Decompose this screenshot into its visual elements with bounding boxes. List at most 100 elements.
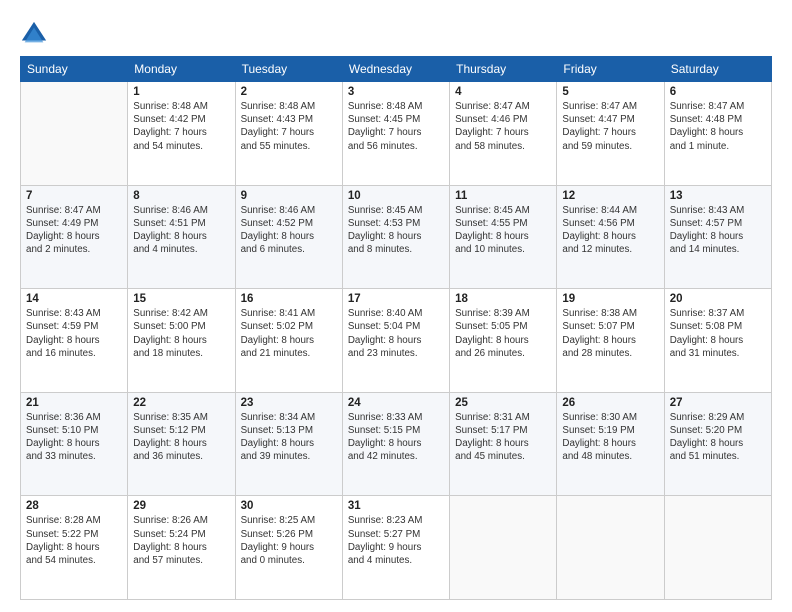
day-info: Sunrise: 8:43 AM Sunset: 4:57 PM Dayligh… [670, 204, 766, 257]
day-number: 23 [241, 397, 337, 409]
calendar-cell: 27Sunrise: 8:29 AM Sunset: 5:20 PM Dayli… [664, 392, 771, 496]
day-info: Sunrise: 8:26 AM Sunset: 5:24 PM Dayligh… [133, 514, 229, 567]
day-info: Sunrise: 8:47 AM Sunset: 4:49 PM Dayligh… [26, 204, 122, 257]
day-number: 29 [133, 500, 229, 512]
day-number: 8 [133, 190, 229, 202]
day-number: 15 [133, 293, 229, 305]
day-number: 2 [241, 86, 337, 98]
day-number: 10 [348, 190, 444, 202]
day-info: Sunrise: 8:39 AM Sunset: 5:05 PM Dayligh… [455, 307, 551, 360]
day-number: 31 [348, 500, 444, 512]
calendar-cell: 16Sunrise: 8:41 AM Sunset: 5:02 PM Dayli… [235, 289, 342, 393]
day-number: 25 [455, 397, 551, 409]
calendar-cell: 17Sunrise: 8:40 AM Sunset: 5:04 PM Dayli… [342, 289, 449, 393]
logo [20, 20, 50, 48]
calendar-week-1: 1 Sunrise: 8:48 AM Sunset: 4:42 PM Daylig… [21, 82, 772, 186]
page: Sunday Monday Tuesday Wednesday Thursday… [0, 0, 792, 612]
calendar-cell: 25 Sunrise: 8:31 AM Sunset: 5:17 PM Dayli… [450, 392, 557, 496]
day-number: 28 [26, 500, 122, 512]
calendar-cell: 24 Sunrise: 8:33 AM Sunset: 5:15 PM Dayli… [342, 392, 449, 496]
calendar-cell [450, 496, 557, 600]
day-info: Sunrise: 8:47 AM Sunset: 4:48 PM Dayligh… [670, 100, 766, 153]
day-info: Sunrise: 8:42 AM Sunset: 5:00 PM Dayligh… [133, 307, 229, 360]
calendar-week-4: 21Sunrise: 8:36 AM Sunset: 5:10 PM Dayli… [21, 392, 772, 496]
calendar-cell [557, 496, 664, 600]
day-number: 5 [562, 86, 658, 98]
day-number: 4 [455, 86, 551, 98]
day-info: Sunrise: 8:34 AM Sunset: 5:13 PM Dayligh… [241, 411, 337, 464]
header [20, 16, 772, 48]
calendar-cell: 2Sunrise: 8:48 AM Sunset: 4:43 PM Daylig… [235, 82, 342, 186]
calendar-cell: 12 Sunrise: 8:44 AM Sunset: 4:56 PM Dayli… [557, 185, 664, 289]
calendar-cell [664, 496, 771, 600]
calendar-cell: 26Sunrise: 8:30 AM Sunset: 5:19 PM Dayli… [557, 392, 664, 496]
day-number: 3 [348, 86, 444, 98]
day-info: Sunrise: 8:41 AM Sunset: 5:02 PM Dayligh… [241, 307, 337, 360]
day-number: 9 [241, 190, 337, 202]
calendar-cell: 21Sunrise: 8:36 AM Sunset: 5:10 PM Dayli… [21, 392, 128, 496]
day-info: Sunrise: 8:47 AM Sunset: 4:46 PM Dayligh… [455, 100, 551, 153]
day-number: 30 [241, 500, 337, 512]
day-info: Sunrise: 8:43 AM Sunset: 4:59 PM Dayligh… [26, 307, 122, 360]
day-info: Sunrise: 8:45 AM Sunset: 4:53 PM Dayligh… [348, 204, 444, 257]
calendar-cell: 22 Sunrise: 8:35 AM Sunset: 5:12 PM Dayli… [128, 392, 235, 496]
calendar-cell: 23 Sunrise: 8:34 AM Sunset: 5:13 PM Dayli… [235, 392, 342, 496]
calendar-cell: 11Sunrise: 8:45 AM Sunset: 4:55 PM Dayli… [450, 185, 557, 289]
calendar-week-3: 14 Sunrise: 8:43 AM Sunset: 4:59 PM Dayli… [21, 289, 772, 393]
day-info: Sunrise: 8:35 AM Sunset: 5:12 PM Dayligh… [133, 411, 229, 464]
col-monday: Monday [128, 57, 235, 82]
day-info: Sunrise: 8:31 AM Sunset: 5:17 PM Dayligh… [455, 411, 551, 464]
calendar-cell: 20Sunrise: 8:37 AM Sunset: 5:08 PM Dayli… [664, 289, 771, 393]
col-wednesday: Wednesday [342, 57, 449, 82]
calendar-header-row: Sunday Monday Tuesday Wednesday Thursday… [21, 57, 772, 82]
day-number: 7 [26, 190, 122, 202]
logo-icon [20, 20, 48, 48]
calendar-cell: 1 Sunrise: 8:48 AM Sunset: 4:42 PM Daylig… [128, 82, 235, 186]
day-number: 19 [562, 293, 658, 305]
day-number: 26 [562, 397, 658, 409]
day-number: 13 [670, 190, 766, 202]
day-info: Sunrise: 8:40 AM Sunset: 5:04 PM Dayligh… [348, 307, 444, 360]
calendar-cell: 4 Sunrise: 8:47 AM Sunset: 4:46 PM Daylig… [450, 82, 557, 186]
day-info: Sunrise: 8:28 AM Sunset: 5:22 PM Dayligh… [26, 514, 122, 567]
day-info: Sunrise: 8:38 AM Sunset: 5:07 PM Dayligh… [562, 307, 658, 360]
calendar-cell: 18 Sunrise: 8:39 AM Sunset: 5:05 PM Dayli… [450, 289, 557, 393]
calendar-cell: 14 Sunrise: 8:43 AM Sunset: 4:59 PM Dayli… [21, 289, 128, 393]
day-info: Sunrise: 8:48 AM Sunset: 4:42 PM Dayligh… [133, 100, 229, 153]
calendar-cell: 15 Sunrise: 8:42 AM Sunset: 5:00 PM Dayli… [128, 289, 235, 393]
day-info: Sunrise: 8:46 AM Sunset: 4:52 PM Dayligh… [241, 204, 337, 257]
day-number: 21 [26, 397, 122, 409]
day-info: Sunrise: 8:48 AM Sunset: 4:45 PM Dayligh… [348, 100, 444, 153]
calendar-week-2: 7 Sunrise: 8:47 AM Sunset: 4:49 PM Daylig… [21, 185, 772, 289]
calendar-cell: 28 Sunrise: 8:28 AM Sunset: 5:22 PM Dayli… [21, 496, 128, 600]
calendar: Sunday Monday Tuesday Wednesday Thursday… [20, 56, 772, 600]
day-number: 6 [670, 86, 766, 98]
calendar-cell [21, 82, 128, 186]
day-number: 14 [26, 293, 122, 305]
day-info: Sunrise: 8:47 AM Sunset: 4:47 PM Dayligh… [562, 100, 658, 153]
day-info: Sunrise: 8:23 AM Sunset: 5:27 PM Dayligh… [348, 514, 444, 567]
calendar-cell: 10 Sunrise: 8:45 AM Sunset: 4:53 PM Dayli… [342, 185, 449, 289]
day-number: 12 [562, 190, 658, 202]
calendar-cell: 29 Sunrise: 8:26 AM Sunset: 5:24 PM Dayli… [128, 496, 235, 600]
day-number: 22 [133, 397, 229, 409]
calendar-cell: 30Sunrise: 8:25 AM Sunset: 5:26 PM Dayli… [235, 496, 342, 600]
day-number: 20 [670, 293, 766, 305]
day-info: Sunrise: 8:45 AM Sunset: 4:55 PM Dayligh… [455, 204, 551, 257]
calendar-cell: 6 Sunrise: 8:47 AM Sunset: 4:48 PM Daylig… [664, 82, 771, 186]
col-tuesday: Tuesday [235, 57, 342, 82]
calendar-cell: 31 Sunrise: 8:23 AM Sunset: 5:27 PM Dayli… [342, 496, 449, 600]
calendar-cell: 8 Sunrise: 8:46 AM Sunset: 4:51 PM Daylig… [128, 185, 235, 289]
day-number: 24 [348, 397, 444, 409]
calendar-cell: 3 Sunrise: 8:48 AM Sunset: 4:45 PM Daylig… [342, 82, 449, 186]
calendar-cell: 7 Sunrise: 8:47 AM Sunset: 4:49 PM Daylig… [21, 185, 128, 289]
day-number: 18 [455, 293, 551, 305]
col-thursday: Thursday [450, 57, 557, 82]
day-number: 1 [133, 86, 229, 98]
col-friday: Friday [557, 57, 664, 82]
day-number: 27 [670, 397, 766, 409]
day-info: Sunrise: 8:46 AM Sunset: 4:51 PM Dayligh… [133, 204, 229, 257]
day-info: Sunrise: 8:44 AM Sunset: 4:56 PM Dayligh… [562, 204, 658, 257]
day-info: Sunrise: 8:33 AM Sunset: 5:15 PM Dayligh… [348, 411, 444, 464]
calendar-cell: 19 Sunrise: 8:38 AM Sunset: 5:07 PM Dayli… [557, 289, 664, 393]
